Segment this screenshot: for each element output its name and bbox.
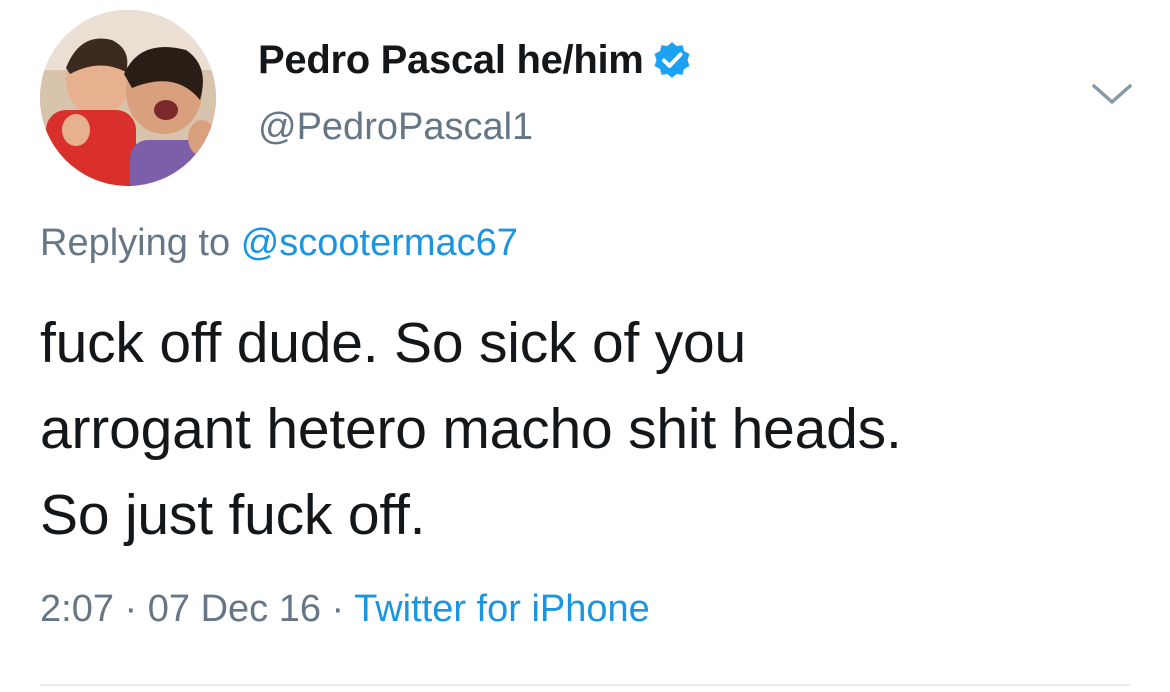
replying-to: Replying to @scootermac67: [40, 222, 518, 265]
display-name[interactable]: Pedro Pascal he/him: [258, 38, 644, 83]
tweet-source-link[interactable]: Twitter for iPhone: [354, 588, 650, 630]
name-row: Pedro Pascal he/him: [258, 30, 692, 90]
tweet-header: Pedro Pascal he/him @PedroPascal1: [258, 30, 692, 149]
divider: [40, 684, 1130, 686]
meta-separator: ·: [124, 588, 138, 630]
replying-to-label: Replying to: [40, 222, 231, 264]
tweet-date[interactable]: 07 Dec 16: [148, 588, 321, 630]
tweet-text-line: So just fuck off.: [40, 483, 426, 547]
verified-badge-icon: [654, 42, 690, 78]
tweet-meta: 2:07 · 07 Dec 16 · Twitter for iPhone: [40, 588, 650, 631]
tweet-text-line: fuck off dude. So sick of you: [40, 311, 747, 375]
chevron-down-icon[interactable]: [1088, 78, 1136, 110]
tweet-time[interactable]: 2:07: [40, 588, 114, 630]
tweet-card: Pedro Pascal he/him @PedroPascal1 Replyi…: [0, 0, 1170, 692]
avatar-photo: [40, 10, 216, 186]
tweet-text: fuck off dude. So sick of you arrogant h…: [40, 300, 1150, 558]
reply-mention-link[interactable]: @scootermac67: [241, 222, 518, 264]
user-handle[interactable]: @PedroPascal1: [258, 106, 692, 149]
avatar[interactable]: [40, 10, 216, 186]
tweet-text-line: arrogant hetero macho shit heads.: [40, 397, 902, 461]
meta-separator: ·: [331, 588, 345, 630]
